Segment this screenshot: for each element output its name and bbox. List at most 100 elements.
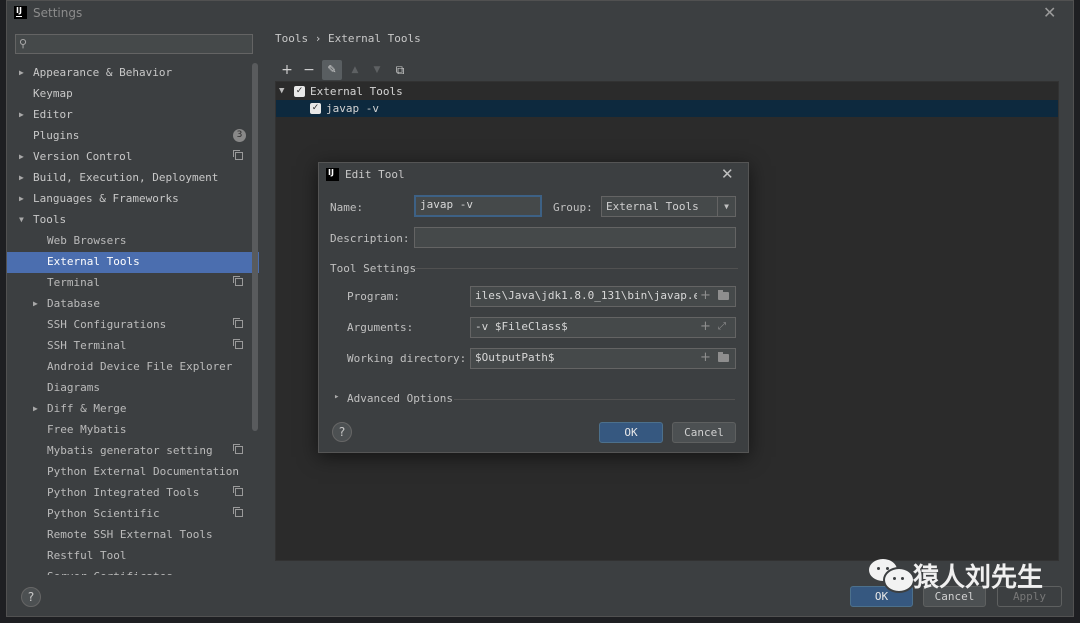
sidebar-item-terminal[interactable]: Terminal <box>7 273 259 294</box>
project-settings-icon <box>233 150 243 160</box>
program-field[interactable]: iles\Java\jdk1.8.0_131\bin\javap.exe + <box>470 286 736 307</box>
description-label: Description: <box>330 232 410 245</box>
edit-tool-dialog: IJ Edit Tool ✕ Name: javap -v Group: Ext… <box>318 162 749 453</box>
working-directory-field[interactable]: $OutputPath$ + <box>470 348 736 369</box>
project-settings-icon <box>233 444 243 454</box>
sidebar-item-label: Version Control <box>33 150 133 163</box>
group-label: Group: <box>553 201 593 214</box>
arguments-label: Arguments: <box>347 321 414 334</box>
sidebar-item-tools[interactable]: ▼ Tools <box>7 210 259 231</box>
move-down-button[interactable]: ▼ <box>367 60 387 80</box>
copy-tool-button[interactable]: ⧉ <box>390 60 410 80</box>
close-icon[interactable]: ✕ <box>1043 3 1056 22</box>
tool-item-label: javap -v <box>326 102 379 115</box>
add-tool-button[interactable]: + <box>277 60 297 80</box>
insert-macro-icon[interactable]: + <box>700 318 711 336</box>
tool-settings-heading: Tool Settings <box>330 262 417 275</box>
sidebar-item-remote-ssh-external-tools[interactable]: Remote SSH External Tools <box>7 525 259 546</box>
advanced-options-arrow[interactable]: ▸ <box>334 392 339 402</box>
sidebar-item-ssh-terminal[interactable]: SSH Terminal <box>7 336 259 357</box>
sidebar-item-languages-frameworks[interactable]: ▶ Languages & Frameworks <box>7 189 259 210</box>
sidebar-item-external-tools[interactable]: External Tools <box>7 252 259 273</box>
chevron-down-icon[interactable]: ▼ <box>717 197 735 217</box>
sidebar-item-label: Python Scientific <box>47 507 160 520</box>
breadcrumb-current: External Tools <box>328 32 421 45</box>
sidebar-item-appearance-behavior[interactable]: ▶ Appearance & Behavior <box>7 63 259 84</box>
sidebar-item-python-integrated-tools[interactable]: Python Integrated Tools <box>7 483 259 504</box>
sidebar-item-label: Remote SSH External Tools <box>47 528 213 541</box>
sidebar-item-mybatis-generator-setting[interactable]: Mybatis generator setting <box>7 441 259 462</box>
dialog-title: Edit Tool <box>345 168 405 181</box>
sidebar-item-editor[interactable]: ▶ Editor <box>7 105 259 126</box>
remove-tool-button[interactable]: − <box>299 60 319 80</box>
sidebar-item-server-certificates[interactable]: Server Certificates <box>7 567 259 575</box>
name-label: Name: <box>330 201 364 214</box>
chevron-right-icon[interactable]: ▶ <box>19 168 24 187</box>
sidebar-item-label: Server Certificates <box>47 567 173 575</box>
tool-item-row[interactable]: ✓ javap -v <box>276 100 1058 117</box>
description-field[interactable] <box>414 227 736 248</box>
group-dropdown[interactable]: External Tools ▼ <box>601 196 736 217</box>
sidebar-item-web-browsers[interactable]: Web Browsers <box>7 231 259 252</box>
chevron-down-icon[interactable]: ▼ <box>19 210 24 229</box>
edit-tool-button[interactable]: ✎ <box>322 60 342 80</box>
sidebar-item-label: Appearance & Behavior <box>33 66 173 79</box>
sidebar-item-ssh-configurations[interactable]: SSH Configurations <box>7 315 259 336</box>
chevron-right-icon[interactable]: ▶ <box>19 147 24 166</box>
dialog-close-icon[interactable]: ✕ <box>721 165 734 183</box>
tree-scrollbar[interactable] <box>252 63 258 431</box>
chevron-right-icon[interactable]: ▶ <box>19 189 24 208</box>
dialog-cancel-button[interactable]: Cancel <box>672 422 736 443</box>
sidebar-item-label: Python External Documentation <box>47 465 240 478</box>
move-up-button[interactable]: ▲ <box>345 60 365 80</box>
help-button[interactable]: ? <box>21 587 41 607</box>
sidebar-item-android-device-file-explorer[interactable]: Android Device File Explorer <box>7 357 259 378</box>
chevron-right-icon[interactable]: ▶ <box>33 294 38 313</box>
expand-icon[interactable]: ⤢ <box>718 318 726 336</box>
sidebar-item-python-scientific[interactable]: Python Scientific <box>7 504 259 525</box>
sidebar-item-label: SSH Terminal <box>47 339 127 352</box>
group-checkbox[interactable]: ✓ <box>294 86 305 97</box>
sidebar-item-keymap[interactable]: Keymap <box>7 84 259 105</box>
tools-toolbar: + − ✎ ▲ ▼ ⧉ <box>275 60 1059 80</box>
folder-icon[interactable] <box>718 352 729 362</box>
sidebar-item-label: Web Browsers <box>47 234 127 247</box>
sidebar-item-free-mybatis[interactable]: Free Mybatis <box>7 420 259 441</box>
insert-macro-icon[interactable]: + <box>700 287 711 305</box>
chevron-right-icon[interactable]: ▶ <box>33 399 38 418</box>
sidebar-item-label: Python Integrated Tools <box>47 486 200 499</box>
sidebar-item-label: Android Device File Explorer <box>47 360 233 373</box>
sidebar-item-diff-merge[interactable]: ▶ Diff & Merge <box>7 399 259 420</box>
project-settings-icon <box>233 486 243 496</box>
tool-item-checkbox[interactable]: ✓ <box>310 103 321 114</box>
name-field[interactable]: javap -v <box>414 195 542 217</box>
dialog-ok-button[interactable]: OK <box>599 422 663 443</box>
app-logo-icon: IJ <box>326 168 339 181</box>
update-count-badge: 3 <box>233 129 246 142</box>
insert-macro-icon[interactable]: + <box>700 349 711 367</box>
sidebar-item-diagrams[interactable]: Diagrams <box>7 378 259 399</box>
sidebar-item-label: Diff & Merge <box>47 402 127 415</box>
breadcrumb-parent[interactable]: Tools <box>275 32 308 45</box>
project-settings-icon <box>233 318 243 328</box>
tool-group-row[interactable]: ▼ ✓ External Tools <box>276 83 1058 100</box>
folder-icon[interactable] <box>718 290 729 300</box>
search-input[interactable]: ⚲ <box>15 34 253 54</box>
sidebar-item-label: Keymap <box>33 87 73 100</box>
sidebar-item-python-external-documentation[interactable]: Python External Documentation <box>7 462 259 483</box>
sidebar-item-database[interactable]: ▶ Database <box>7 294 259 315</box>
advanced-options-separator <box>454 399 735 400</box>
sidebar-item-restful-tool[interactable]: Restful Tool <box>7 546 259 567</box>
group-expand-arrow[interactable]: ▼ <box>279 83 284 100</box>
chevron-right-icon[interactable]: ▶ <box>19 105 24 124</box>
sidebar-item-label: Free Mybatis <box>47 423 127 436</box>
advanced-options-toggle[interactable]: Advanced Options <box>347 392 453 405</box>
sidebar-item-build-execution-deployment[interactable]: ▶ Build, Execution, Deployment <box>7 168 259 189</box>
chevron-right-icon[interactable]: ▶ <box>19 63 24 82</box>
arguments-field[interactable]: -v $FileClass$ + ⤢ <box>470 317 736 338</box>
sidebar-item-plugins[interactable]: Plugins 3 <box>7 126 259 147</box>
title-bar: IJ Settings ✕ <box>7 1 1073 25</box>
background-strip-bottom <box>0 617 1080 623</box>
dialog-help-button[interactable]: ? <box>332 422 352 442</box>
sidebar-item-version-control[interactable]: ▶ Version Control <box>7 147 259 168</box>
